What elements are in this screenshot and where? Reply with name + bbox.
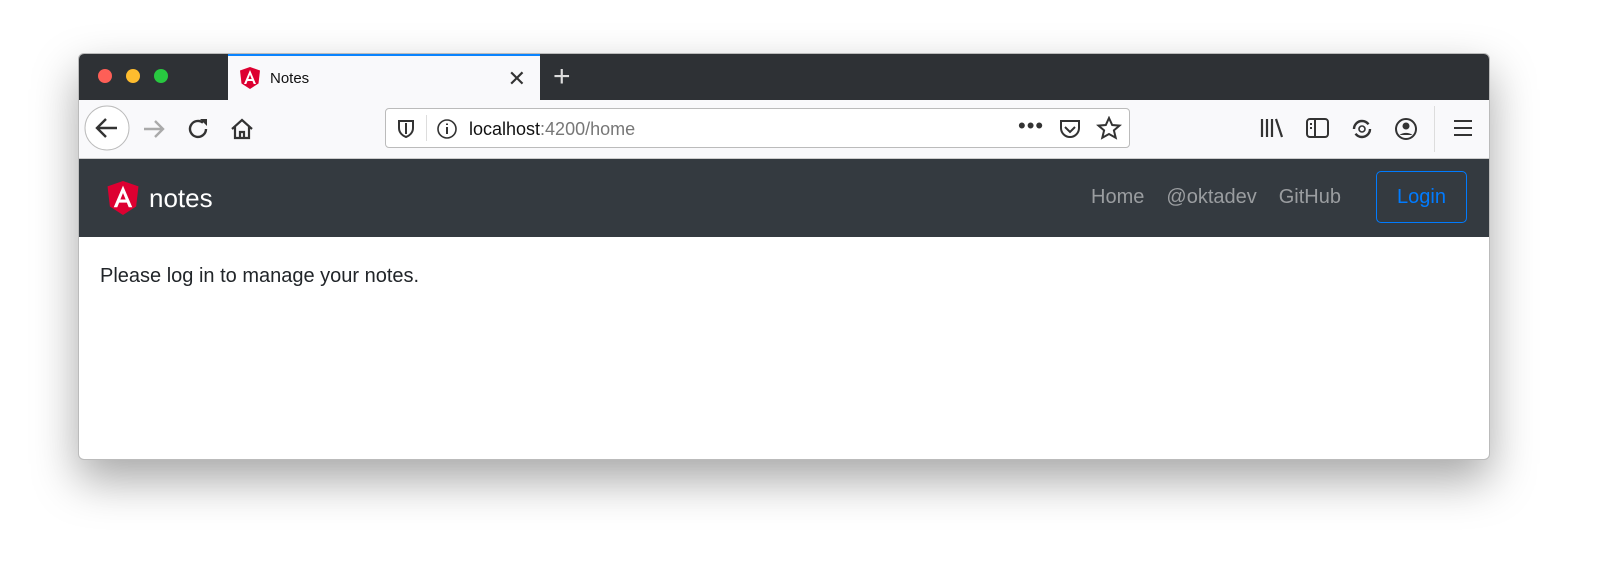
info-icon[interactable] (436, 118, 458, 140)
close-window-button[interactable] (98, 69, 112, 83)
more-actions-icon[interactable]: ••• (1018, 113, 1044, 139)
nav-link-oktadev[interactable]: @oktadev (1166, 186, 1256, 209)
nav-link-home[interactable]: Home (1091, 186, 1144, 209)
angular-logo-icon (107, 181, 139, 215)
tab-notes[interactable]: Notes ✕ (228, 54, 540, 100)
account-icon[interactable] (1393, 116, 1419, 142)
bookmark-star-icon[interactable] (1096, 116, 1122, 142)
minimize-window-button[interactable] (126, 69, 140, 83)
login-button[interactable]: Login (1376, 171, 1467, 223)
pocket-icon[interactable] (1058, 118, 1082, 140)
close-tab-icon[interactable]: ✕ (508, 66, 526, 92)
login-message: Please log in to manage your notes. (100, 265, 420, 287)
new-tab-button[interactable]: + (553, 60, 571, 94)
browser-window: Notes ✕ + localhost:4200/home ••• notes … (78, 53, 1490, 460)
toolbar: localhost:4200/home ••• (79, 100, 1489, 159)
sync-icon[interactable] (1349, 116, 1375, 142)
maximize-window-button[interactable] (154, 69, 168, 83)
library-icon[interactable] (1259, 116, 1285, 140)
navbar: notes Home @oktadev GitHub Login (79, 159, 1489, 237)
nav-link-github[interactable]: GitHub (1279, 186, 1341, 209)
back-button[interactable] (83, 104, 131, 152)
tab-bar: Notes ✕ + (79, 54, 1489, 100)
url-text[interactable]: localhost:4200/home (469, 119, 635, 140)
menu-icon[interactable] (1452, 116, 1474, 140)
angular-icon (240, 67, 260, 89)
shield-icon[interactable] (396, 118, 416, 140)
brand-name: notes (149, 182, 213, 213)
forward-button[interactable] (141, 116, 167, 142)
url-bar[interactable]: localhost:4200/home ••• (385, 108, 1130, 148)
reload-button[interactable] (186, 116, 212, 142)
tab-title: Notes (270, 69, 310, 87)
brand-link[interactable]: notes (107, 181, 213, 215)
home-button[interactable] (229, 116, 255, 142)
sidebar-icon[interactable] (1305, 116, 1331, 140)
